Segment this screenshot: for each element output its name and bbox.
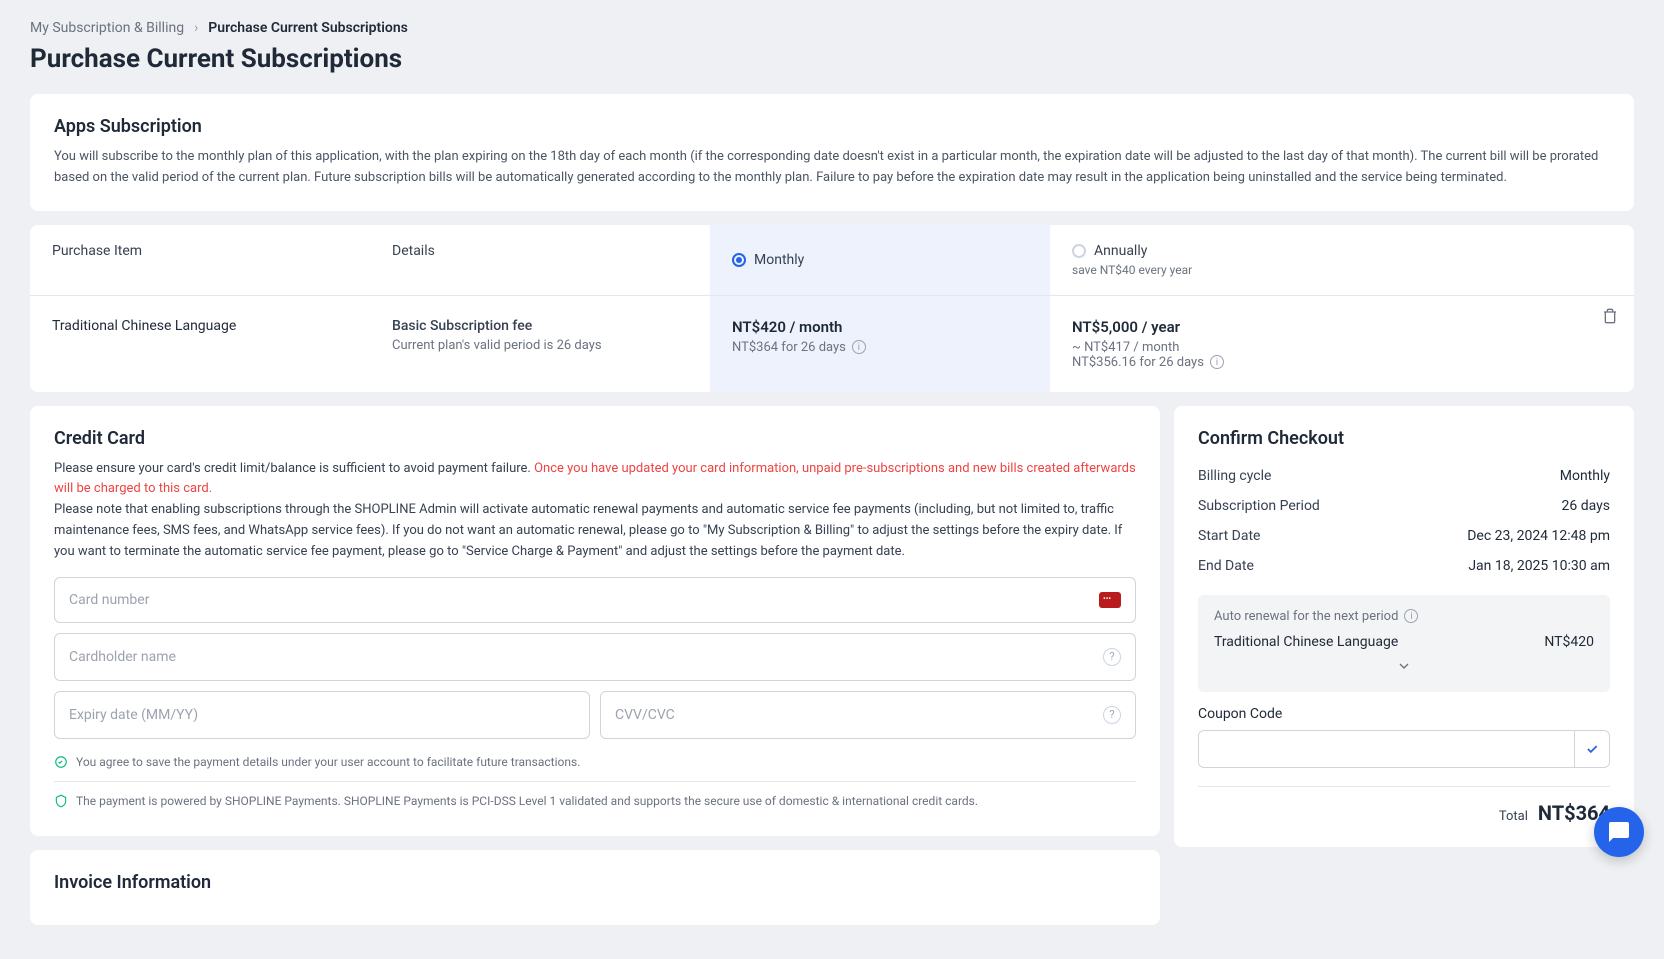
breadcrumb-parent[interactable]: My Subscription & Billing	[30, 20, 184, 36]
cardholder-name-field[interactable]: Cardholder name ?	[54, 633, 1136, 681]
monthly-prorated: NT$364 for 26 days	[732, 340, 846, 355]
annual-prorated: NT$356.16 for 26 days	[1072, 355, 1204, 370]
apps-subscription-desc: You will subscribe to the monthly plan o…	[54, 147, 1610, 189]
plan-details-line2: Current plan's valid period is 26 days	[392, 338, 688, 353]
helper-save-text: You agree to save the payment details un…	[76, 755, 580, 769]
expiry-placeholder: Expiry date (MM/YY)	[69, 707, 198, 723]
end-date-value: Jan 18, 2025 10:30 am	[1468, 558, 1610, 574]
info-icon[interactable]: i	[852, 340, 866, 354]
auto-renewal-box: Auto renewal for the next period i Tradi…	[1198, 595, 1610, 692]
help-icon[interactable]: ?	[1103, 706, 1121, 724]
apply-coupon-button[interactable]	[1574, 730, 1610, 768]
chevron-down-icon[interactable]	[1214, 658, 1594, 678]
card-number-placeholder: Card number	[69, 592, 149, 608]
radio-unselected-icon	[1072, 244, 1086, 258]
breadcrumb: My Subscription & Billing › Purchase Cur…	[30, 20, 1634, 36]
billing-cycle-value: Monthly	[1560, 468, 1610, 484]
col-details: Details	[370, 225, 710, 295]
cc-desc-1: Please ensure your card's credit limit/b…	[54, 461, 534, 476]
start-date-label: Start Date	[1198, 528, 1260, 544]
breadcrumb-current: Purchase Current Subscriptions	[208, 20, 408, 36]
credit-card-section: Credit Card Please ensure your card's cr…	[30, 406, 1160, 836]
radio-selected-icon	[732, 253, 746, 267]
info-icon[interactable]: i	[1404, 609, 1418, 623]
monthly-price: NT$420 / month	[732, 318, 1028, 336]
page-title: Purchase Current Subscriptions	[30, 44, 1634, 74]
plan-annually-option[interactable]: Annually save NT$40 every year	[1050, 225, 1634, 295]
renewal-item-price: NT$420	[1544, 634, 1594, 650]
help-icon[interactable]: ?	[1103, 648, 1121, 666]
apps-subscription-heading: Apps Subscription	[54, 116, 1610, 137]
plan-annual-save: save NT$40 every year	[1072, 263, 1612, 277]
annual-per-month: ~ NT$417 / month	[1072, 340, 1179, 355]
plan-item-name: Traditional Chinese Language	[30, 296, 370, 392]
total-label: Total	[1499, 809, 1528, 824]
card-brand-icon	[1099, 592, 1121, 608]
apps-subscription-card: Apps Subscription You will subscribe to …	[30, 94, 1634, 211]
period-value: 26 days	[1562, 498, 1610, 514]
renewal-item-name: Traditional Chinese Language	[1214, 634, 1398, 650]
period-label: Subscription Period	[1198, 498, 1320, 514]
auto-renewal-title: Auto renewal for the next period	[1214, 609, 1398, 624]
credit-card-heading: Credit Card	[54, 428, 1136, 449]
plan-monthly-label: Monthly	[754, 252, 804, 268]
coupon-input[interactable]	[1198, 730, 1574, 768]
helper-pci-text: The payment is powered by SHOPLINE Payme…	[76, 794, 978, 808]
trash-icon[interactable]	[1602, 308, 1618, 328]
invoice-section: Invoice Information	[30, 850, 1160, 925]
annual-price: NT$5,000 / year	[1072, 318, 1612, 336]
chat-fab-button[interactable]	[1594, 807, 1644, 857]
col-purchase-item: Purchase Item	[30, 225, 370, 295]
end-date-label: End Date	[1198, 558, 1254, 574]
invoice-heading: Invoice Information	[54, 872, 1136, 893]
cvv-field[interactable]: CVV/CVC ?	[600, 691, 1136, 739]
plan-table: Purchase Item Details Monthly Annually s…	[30, 225, 1634, 392]
coupon-label: Coupon Code	[1198, 706, 1610, 722]
expiry-field[interactable]: Expiry date (MM/YY)	[54, 691, 590, 739]
confirm-checkout-section: Confirm Checkout Billing cycle Monthly S…	[1174, 406, 1634, 847]
cardholder-placeholder: Cardholder name	[69, 649, 176, 665]
cvv-placeholder: CVV/CVC	[615, 707, 675, 723]
info-icon[interactable]: i	[1210, 355, 1224, 369]
cc-desc-2: Please note that enabling subscriptions …	[54, 502, 1122, 559]
plan-annually-label: Annually	[1094, 243, 1147, 259]
helper-pci: The payment is powered by SHOPLINE Payme…	[54, 788, 1136, 814]
start-date-value: Dec 23, 2024 12:48 pm	[1467, 528, 1610, 544]
plan-details-line1: Basic Subscription fee	[392, 318, 688, 334]
billing-cycle-label: Billing cycle	[1198, 468, 1271, 484]
checkout-heading: Confirm Checkout	[1198, 428, 1610, 449]
plan-monthly-option[interactable]: Monthly	[710, 225, 1050, 295]
chevron-right-icon: ›	[194, 20, 198, 36]
helper-save-details: You agree to save the payment details un…	[54, 749, 1136, 775]
card-number-field[interactable]: Card number	[54, 577, 1136, 623]
